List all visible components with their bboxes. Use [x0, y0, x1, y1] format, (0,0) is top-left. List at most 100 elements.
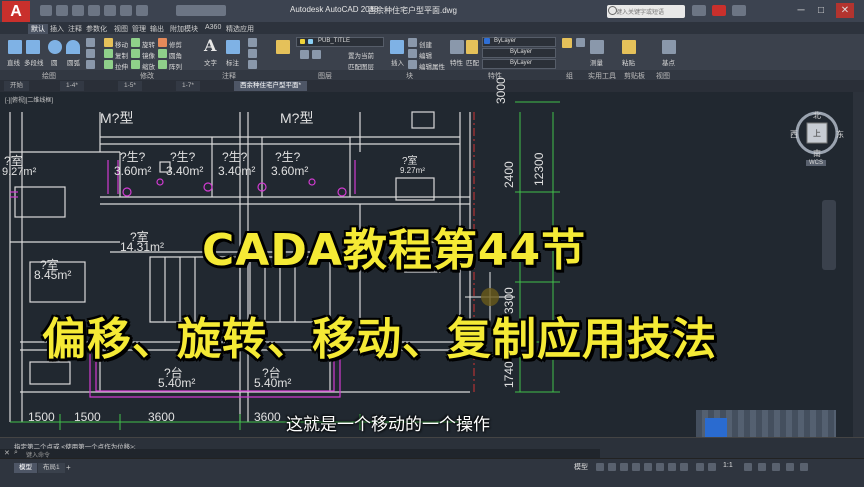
create-block-label[interactable]: 创建: [419, 39, 432, 49]
doc-tab-1-5[interactable]: 1-5*: [118, 81, 142, 91]
rotate-icon[interactable]: [131, 38, 140, 47]
workspace-switch-icon[interactable]: [744, 463, 752, 471]
edit-block-label[interactable]: 编辑: [419, 50, 432, 60]
lineweight-icon[interactable]: [668, 463, 676, 471]
edit-attributes-icon[interactable]: [408, 60, 417, 69]
tab-view[interactable]: 视图: [114, 24, 128, 34]
vertical-scrollbar[interactable]: [853, 92, 864, 437]
scale-icon[interactable]: [131, 60, 140, 69]
annotation-scale-icon[interactable]: [708, 463, 716, 471]
clean-screen-icon[interactable]: [786, 463, 794, 471]
viewcube-south[interactable]: 南: [813, 148, 821, 159]
match-properties-icon[interactable]: [466, 40, 478, 54]
base-point-icon[interactable]: [662, 40, 676, 54]
model-space-button[interactable]: 模型: [574, 462, 588, 472]
help-icon[interactable]: [732, 5, 746, 16]
tab-insert[interactable]: 插入: [50, 24, 64, 34]
copy-icon[interactable]: [104, 49, 113, 58]
command-search-icon[interactable]: ⌕: [14, 449, 18, 457]
layout-tab-layout1[interactable]: 布局1: [38, 463, 65, 473]
workspace-dropdown[interactable]: [176, 5, 226, 16]
polar-icon[interactable]: [632, 463, 640, 471]
redo-icon[interactable]: [136, 5, 148, 16]
fillet-icon[interactable]: [158, 49, 167, 58]
group-icon[interactable]: [562, 38, 572, 48]
annotation-visibility-icon[interactable]: [696, 463, 704, 471]
trim-label[interactable]: 修剪: [169, 39, 182, 49]
arc-tool-icon[interactable]: [66, 40, 80, 54]
move-label[interactable]: 移动: [115, 39, 128, 49]
undo-icon[interactable]: [120, 5, 132, 16]
rotate-label[interactable]: 旋转: [142, 39, 155, 49]
annot-icon-3[interactable]: [248, 60, 257, 69]
properties-icon[interactable]: [450, 40, 464, 54]
grid-icon[interactable]: [596, 463, 604, 471]
fillet-label[interactable]: 圆角: [169, 50, 182, 60]
tab-default[interactable]: 默认: [28, 24, 48, 34]
doc-tab-active-drawing[interactable]: 西余种住宅户型平面*: [234, 81, 308, 91]
layout-tab-model[interactable]: 模型: [14, 463, 37, 473]
tab-a360[interactable]: A360: [205, 24, 221, 31]
annot-icon-2[interactable]: [248, 49, 257, 58]
tab-output[interactable]: 输出: [150, 24, 164, 34]
otrack-icon[interactable]: [656, 463, 664, 471]
sign-in-icon[interactable]: [692, 5, 706, 16]
tab-addins[interactable]: 附加模块: [170, 24, 198, 34]
draw-extra-icon-2[interactable]: [86, 49, 95, 58]
layer-tool-icon-1[interactable]: [300, 50, 309, 59]
ortho-icon[interactable]: [620, 463, 628, 471]
wcs-button[interactable]: WCS: [806, 160, 826, 166]
command-input[interactable]: [0, 449, 600, 458]
draw-extra-icon-3[interactable]: [86, 60, 95, 69]
save-as-icon[interactable]: [88, 5, 100, 16]
doc-tab-1-4[interactable]: 1-4*: [60, 81, 84, 91]
osnap-icon[interactable]: [644, 463, 652, 471]
line-tool-icon[interactable]: [8, 40, 22, 54]
minimize-button[interactable]: ─: [792, 3, 810, 18]
paste-icon[interactable]: [622, 40, 636, 54]
viewport-controls-label[interactable]: [-][俯视][二维线框]: [5, 95, 53, 104]
viewcube-top-face[interactable]: 上: [813, 128, 821, 139]
command-close-icon[interactable]: ✕: [4, 449, 10, 457]
viewcube[interactable]: 北 南 东 西 上 WCS: [790, 108, 844, 168]
viewcube-north[interactable]: 北: [813, 110, 821, 121]
stretch-icon[interactable]: [104, 60, 113, 69]
insert-block-icon[interactable]: [390, 40, 404, 54]
make-current-label[interactable]: 置为当前: [348, 50, 374, 60]
tab-parametric[interactable]: 参数化: [86, 24, 107, 34]
annot-icon-1[interactable]: [248, 38, 257, 47]
doc-tab-start[interactable]: 开始: [4, 81, 29, 91]
viewcube-east[interactable]: 东: [836, 129, 844, 140]
annotation-scale-value[interactable]: 1:1: [723, 462, 733, 469]
isolate-objects-icon[interactable]: [758, 463, 766, 471]
add-layout-icon[interactable]: +: [66, 463, 71, 472]
copy-label[interactable]: 复制: [115, 50, 128, 60]
new-file-icon[interactable]: [40, 5, 52, 16]
open-file-icon[interactable]: [56, 5, 68, 16]
viewcube-west[interactable]: 西: [790, 129, 798, 140]
maximize-button[interactable]: □: [812, 3, 830, 18]
layer-properties-icon[interactable]: [276, 40, 290, 54]
customization-icon[interactable]: [800, 463, 808, 471]
transparency-icon[interactable]: [680, 463, 688, 471]
dimension-tool-icon[interactable]: [226, 40, 240, 54]
close-button[interactable]: ✕: [836, 3, 854, 18]
array-icon[interactable]: [158, 60, 167, 69]
group-tool-icon[interactable]: [576, 38, 585, 47]
measure-icon[interactable]: [590, 40, 604, 54]
circle-tool-icon[interactable]: [48, 40, 62, 54]
polyline-tool-icon[interactable]: [26, 40, 40, 54]
trim-icon[interactable]: [158, 38, 167, 47]
edit-block-icon[interactable]: [408, 49, 417, 58]
move-icon[interactable]: [104, 38, 113, 47]
doc-tab-1-7[interactable]: 1-7*: [176, 81, 200, 91]
create-block-icon[interactable]: [408, 38, 417, 47]
hardware-acceleration-icon[interactable]: [772, 463, 780, 471]
text-tool-icon[interactable]: A: [204, 36, 216, 55]
autocad-logo-icon[interactable]: A: [2, 1, 30, 23]
save-icon[interactable]: [72, 5, 84, 16]
tab-manage[interactable]: 管理: [132, 24, 146, 34]
mirror-icon[interactable]: [131, 49, 140, 58]
layer-tool-icon-2[interactable]: [312, 50, 321, 59]
mirror-label[interactable]: 镜像: [142, 50, 155, 60]
